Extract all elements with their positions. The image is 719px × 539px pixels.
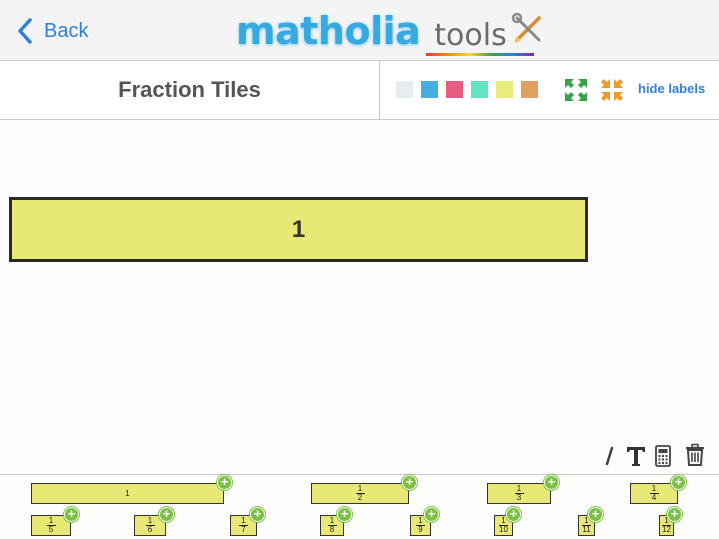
fraction-denominator: 4: [651, 493, 657, 502]
fraction-denominator: 8: [329, 525, 335, 534]
swatch-pink[interactable]: [446, 81, 463, 98]
logo-word: matholia: [235, 8, 422, 54]
tool-bar: Fraction Tiles hide labels: [0, 61, 719, 120]
add-tile-button[interactable]: +: [424, 507, 439, 522]
add-tile-button[interactable]: +: [588, 507, 603, 522]
swatch-teal[interactable]: [471, 81, 488, 98]
palette-tile-1-4[interactable]: 14: [630, 483, 678, 504]
add-tile-button[interactable]: +: [337, 507, 352, 522]
chevron-left-icon: [18, 18, 32, 44]
fraction-tiles-app: Back matholia tools Fraction Tiles hide …: [0, 0, 719, 539]
fraction-numerator: 1: [501, 516, 506, 525]
hide-labels-link[interactable]: hide labels: [638, 81, 705, 96]
add-tile-button[interactable]: +: [64, 507, 79, 522]
fraction-denominator: 6: [147, 525, 153, 534]
fraction-numerator: 1: [125, 488, 130, 498]
app-header: Back matholia tools: [0, 0, 719, 61]
tile-fraction: 1 10: [499, 517, 508, 534]
swatch-white[interactable]: [396, 81, 413, 98]
palette-tile-1[interactable]: 1: [31, 483, 224, 504]
expand-arrows-icon[interactable]: [564, 78, 588, 102]
fraction-tile-whole[interactable]: 1: [9, 197, 588, 262]
logo-suffix: tools: [434, 17, 507, 53]
add-tile-button[interactable]: +: [667, 507, 682, 522]
fraction-denominator: 2: [357, 493, 363, 502]
palette-tile-1-2[interactable]: 12: [311, 483, 409, 504]
pencil-icon[interactable]: [598, 444, 622, 468]
tile-fraction: 17: [239, 517, 248, 534]
fraction-numerator: 1: [48, 516, 54, 525]
tile-palette: 1 +1 2 +1 3 +1 4 +1 5 +1 6 +1 7 +1 8 +1 9 +1 10 +1 11 +1 12 +: [0, 474, 719, 539]
text-icon[interactable]: [624, 444, 648, 468]
tile-fraction: 18: [327, 516, 337, 534]
calculator-icon[interactable]: [651, 444, 675, 468]
color-swatches: [396, 81, 546, 98]
fraction-denominator: 7: [241, 525, 246, 534]
fraction-numerator: 1: [329, 516, 335, 525]
tile-fraction: 13: [514, 484, 524, 502]
swatch-blue[interactable]: [421, 81, 438, 98]
fraction-numerator: 1: [651, 484, 657, 493]
add-tile-button[interactable]: +: [250, 507, 265, 522]
tile-fraction: 12: [355, 484, 365, 502]
fraction-denominator: 9: [418, 525, 423, 534]
add-tile-button[interactable]: +: [402, 475, 417, 490]
fraction-denominator: 5: [48, 525, 54, 534]
add-tile-button[interactable]: +: [544, 475, 559, 490]
add-tile-button[interactable]: +: [217, 475, 232, 490]
tile-fraction: 14: [649, 484, 659, 502]
back-label: Back: [44, 19, 89, 42]
fraction-numerator: 1: [357, 484, 363, 493]
tile-fraction: 19: [416, 517, 425, 534]
fraction-denominator: 10: [499, 525, 508, 534]
fraction-numerator: 1: [147, 516, 153, 525]
swatch-yellow[interactable]: [496, 81, 513, 98]
fraction-numerator: 1: [516, 484, 522, 493]
palette-tile-1-3[interactable]: 13: [487, 483, 551, 504]
tile-fraction: 1: [125, 488, 130, 498]
matholia-logo: matholia tools: [235, 6, 545, 56]
workspace-canvas[interactable]: 1: [0, 120, 719, 474]
add-tile-button[interactable]: +: [506, 507, 521, 522]
fraction-numerator: 1: [418, 516, 423, 525]
tile-fraction: 15: [46, 516, 56, 534]
fraction-denominator: 12: [662, 525, 671, 534]
fraction-denominator: 3: [516, 493, 522, 502]
fraction-denominator: 11: [582, 525, 591, 534]
logo-rainbow-underline: [426, 53, 534, 56]
add-tile-button[interactable]: +: [159, 507, 174, 522]
tile-fraction: 16: [145, 516, 155, 534]
fraction-numerator: 1: [241, 516, 246, 525]
tools-icon: [511, 12, 541, 43]
back-button[interactable]: Back: [16, 17, 88, 45]
title-cell: Fraction Tiles: [0, 61, 380, 119]
tile-label: 1: [291, 215, 306, 243]
add-tile-button[interactable]: +: [671, 475, 686, 490]
page-title: Fraction Tiles: [118, 77, 261, 102]
swatch-orange[interactable]: [521, 81, 538, 98]
collapse-arrows-icon[interactable]: [600, 78, 624, 102]
trash-icon[interactable]: [683, 443, 707, 467]
